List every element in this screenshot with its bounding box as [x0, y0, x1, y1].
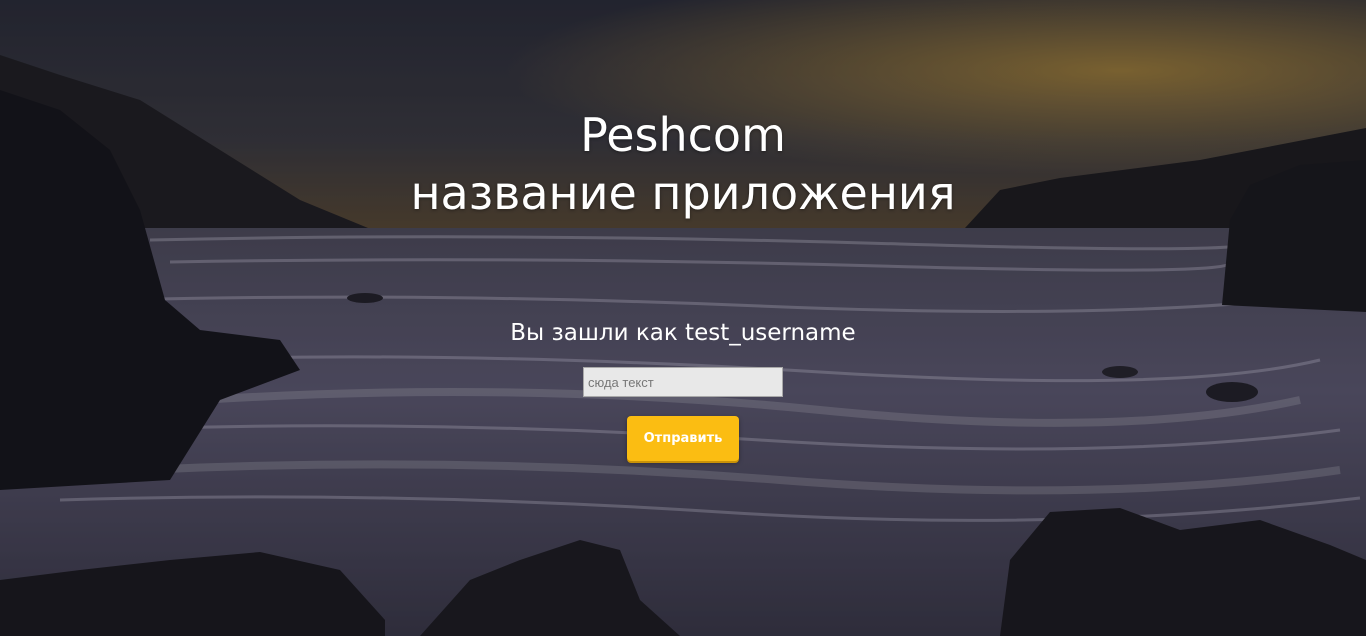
app-title-name: название приложения [410, 166, 956, 220]
page-root: Peshcom название приложения Вы зашли как… [0, 0, 1366, 636]
app-title: Peshcom название приложения [0, 106, 1366, 222]
text-input[interactable] [583, 367, 783, 397]
logged-in-status: Вы зашли как test_username [510, 320, 856, 346]
app-title-brand: Peshcom [580, 108, 786, 162]
submit-button[interactable]: Отправить [627, 416, 739, 461]
main-content: Peshcom название приложения Вы зашли как… [0, 0, 1366, 636]
